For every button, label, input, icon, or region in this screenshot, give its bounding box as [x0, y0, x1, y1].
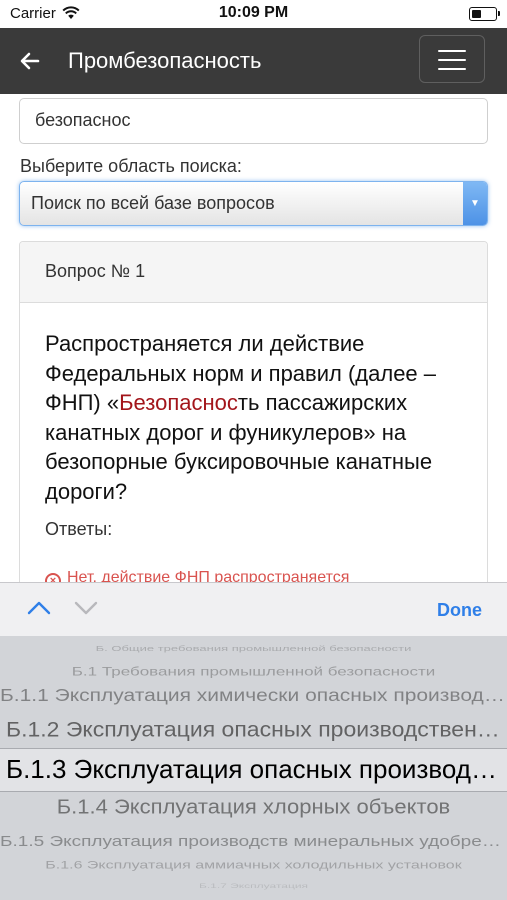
page-title: Промбезопасность — [68, 48, 262, 73]
main-content: безопаснос Выберите область поиска: Поис… — [0, 94, 507, 582]
search-area-label: Выберите область поиска: — [20, 156, 242, 176]
picker-option[interactable]: Б.1 Требования промышленной безопасности — [0, 665, 507, 679]
answers-label: Ответы: — [45, 519, 113, 539]
question-text: Распространяется ли действие Федеральных… — [45, 331, 437, 504]
wrong-answer-icon: × — [45, 573, 61, 582]
picker-option[interactable]: Б.1.4 Эксплуатация хлорных объектов — [0, 795, 507, 819]
answer-item: × Нет, действие ФНП распространяется — [45, 569, 349, 582]
search-area-value: Поиск по всей базе вопросов — [31, 193, 275, 213]
done-button[interactable]: Done — [437, 600, 482, 621]
hamburger-icon — [438, 50, 466, 52]
picker-option[interactable]: Б.1.7 Эксплуатация — [0, 883, 507, 890]
question-card: Вопрос № 1 Распространяется ли действие … — [19, 241, 488, 582]
navigation-bar: Промбезопасность — [0, 28, 507, 94]
picker-option-selected[interactable]: Б.1.3 Эксплуатация опасных производствен… — [0, 754, 507, 785]
status-bar: Carrier 10:09 PM — [0, 0, 507, 28]
picker-toolbar: Done — [0, 582, 507, 636]
search-highlight: Безопаснос — [119, 390, 238, 415]
search-area-select[interactable]: Поиск по всей базе вопросов ▼ — [19, 181, 488, 226]
picker-option[interactable]: Б. Общие требования промышленной безопас… — [0, 644, 507, 652]
chevron-down-icon[interactable] — [74, 600, 98, 616]
menu-button[interactable] — [419, 35, 485, 83]
search-input[interactable]: безопаснос — [19, 98, 488, 144]
search-area-picker[interactable]: Б. Общие требования промышленной безопас… — [0, 636, 507, 900]
picker-option[interactable]: Б.1.6 Эксплуатация аммиачных холодильных… — [0, 860, 507, 872]
picker-option[interactable]: Б.1.5 Эксплуатация производств минеральн… — [0, 833, 507, 851]
chevron-up-icon[interactable] — [27, 600, 51, 616]
arrow-left-icon[interactable] — [16, 47, 44, 75]
picker-option[interactable]: Б.1.1 Эксплуатация химически опасных про… — [0, 686, 507, 706]
question-number: Вопрос № 1 — [45, 261, 146, 281]
clock: 10:09 PM — [218, 4, 289, 21]
battery-icon — [469, 7, 500, 21]
question-header: Вопрос № 1 — [20, 242, 487, 303]
chevron-down-icon: ▼ — [463, 182, 487, 225]
picker-option[interactable]: Б.1.2 Эксплуатация опасных производствен… — [0, 717, 507, 742]
